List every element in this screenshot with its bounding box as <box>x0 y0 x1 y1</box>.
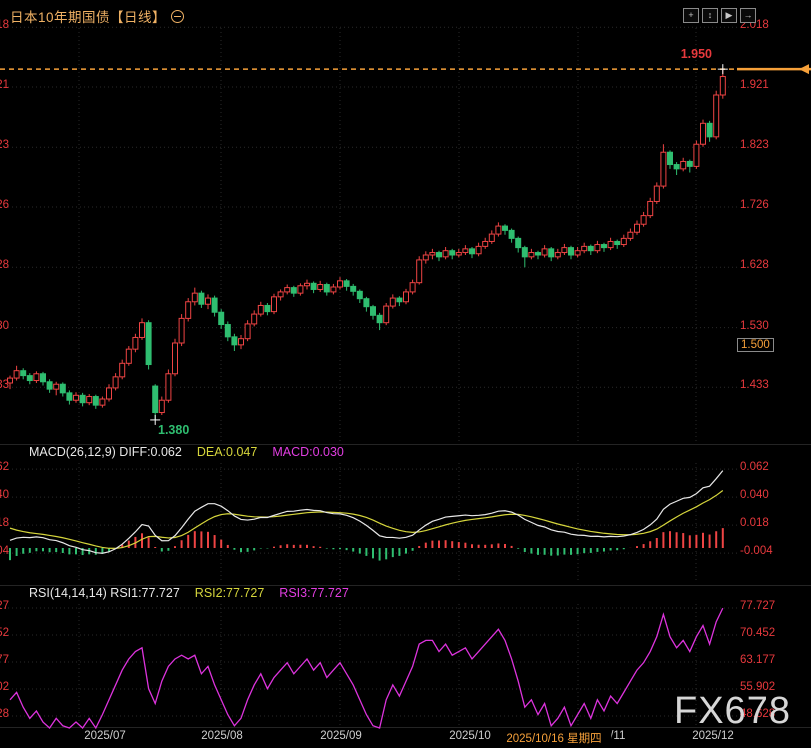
price-axis-label-clipped: 1.823 <box>0 139 9 151</box>
price-axis-label: 1.530 <box>740 320 769 332</box>
rsi3-value: RSI3:77.727 <box>279 586 349 600</box>
rsi-header: RSI(14,14,14) RSI1:77.727 RSI2:77.727 RSI3… <box>29 586 364 600</box>
watermark: FX678 <box>674 690 791 733</box>
time-axis-label: 2025/07 <box>84 730 126 742</box>
time-axis-label: 2025/10 <box>449 730 491 742</box>
macd-axis-label-clipped: 0.040 <box>0 489 9 501</box>
collapse-pane-icon[interactable] <box>171 10 184 23</box>
price-axis-label-clipped: 1.628 <box>0 259 9 271</box>
price-axis-label: 1.823 <box>740 139 769 151</box>
macd-diff-line <box>10 471 723 554</box>
current-price-badge: 1.500 <box>737 338 774 352</box>
price-axis-label-clipped: 1.921 <box>0 79 9 91</box>
price-axis-label-clipped: 2.018 <box>0 19 9 31</box>
price-axis-label: 1.921 <box>740 79 769 91</box>
macd-axis-label: 0.040 <box>740 489 769 501</box>
macd-dea-value: DEA:0.047 <box>197 445 257 459</box>
instrument-title-row: 日本10年期国债【日线】 <box>10 6 184 26</box>
price-alert-handle-icon[interactable] <box>799 64 809 74</box>
rsi-axis-label-clipped: 77.727 <box>0 600 9 612</box>
macd-histogram <box>10 528 723 560</box>
macd-header: MACD(26,12,9) DIFF:0.062 DEA:0.047 MACD:0.… <box>29 445 359 459</box>
macd-axis-label-clipped: 0.062 <box>0 461 9 473</box>
macd-axis-label: -0.004 <box>740 545 773 557</box>
price-axis-label-clipped: 1.433 <box>0 379 9 391</box>
rsi-axis-label-clipped: 70.452 <box>0 627 9 639</box>
macd-axis-label-clipped: -0.004 <box>0 545 9 557</box>
macd-dea-line <box>10 490 723 548</box>
move-tool-icon[interactable]: + <box>683 8 699 23</box>
rsi-axis-label-clipped: 55.902 <box>0 681 9 693</box>
rsi-line <box>10 608 723 728</box>
price-axis-label: 1.433 <box>740 379 769 391</box>
rsi-axis-label: 70.452 <box>740 627 775 639</box>
macd-hist-value: MACD:0.030 <box>272 445 344 459</box>
macd-axis-label: 0.018 <box>740 517 769 529</box>
rsi-axis-label-clipped: 63.177 <box>0 654 9 666</box>
rsi2-value: RSI2:77.727 <box>195 586 265 600</box>
low-price-annotation: 1.380 <box>158 423 189 437</box>
chart-toolbar: +↕▶→ <box>683 8 756 23</box>
time-axis-label: 2025/09 <box>320 730 362 742</box>
chart-window: 日本10年期国债【日线】 +↕▶→ MACD(26,12,9) DIFF:0.0… <box>0 0 811 748</box>
macd-axis-label-clipped: 0.018 <box>0 517 9 529</box>
rsi1-value: RSI(14,14,14) RSI1:77.727 <box>29 586 180 600</box>
time-axis-label: 2025/08 <box>201 730 243 742</box>
chart-canvas[interactable] <box>0 0 811 748</box>
price-axis-label-clipped: 1.726 <box>0 199 9 211</box>
go-latest-icon[interactable]: → <box>740 8 756 23</box>
crosshair-date-label: 2025/10/16 星期四 <box>502 729 611 747</box>
rsi-axis-label: 63.177 <box>740 654 775 666</box>
high-price-annotation: 1.950 <box>642 47 712 61</box>
candlestick-series <box>8 69 726 420</box>
macd-axis-label: 0.062 <box>740 461 769 473</box>
price-axis-label-clipped: 1.530 <box>0 320 9 332</box>
price-axis-label: 1.628 <box>740 259 769 271</box>
macd-diff-value: MACD(26,12,9) DIFF:0.062 <box>29 445 182 459</box>
rsi-axis-label-clipped: 48.628 <box>0 708 9 720</box>
track-price-icon[interactable]: ▶ <box>721 8 737 23</box>
price-axis-label: 1.726 <box>740 199 769 211</box>
fit-vertical-icon[interactable]: ↕ <box>702 8 718 23</box>
instrument-title: 日本10年期国债【日线】 <box>10 10 166 25</box>
rsi-axis-label: 77.727 <box>740 600 775 612</box>
